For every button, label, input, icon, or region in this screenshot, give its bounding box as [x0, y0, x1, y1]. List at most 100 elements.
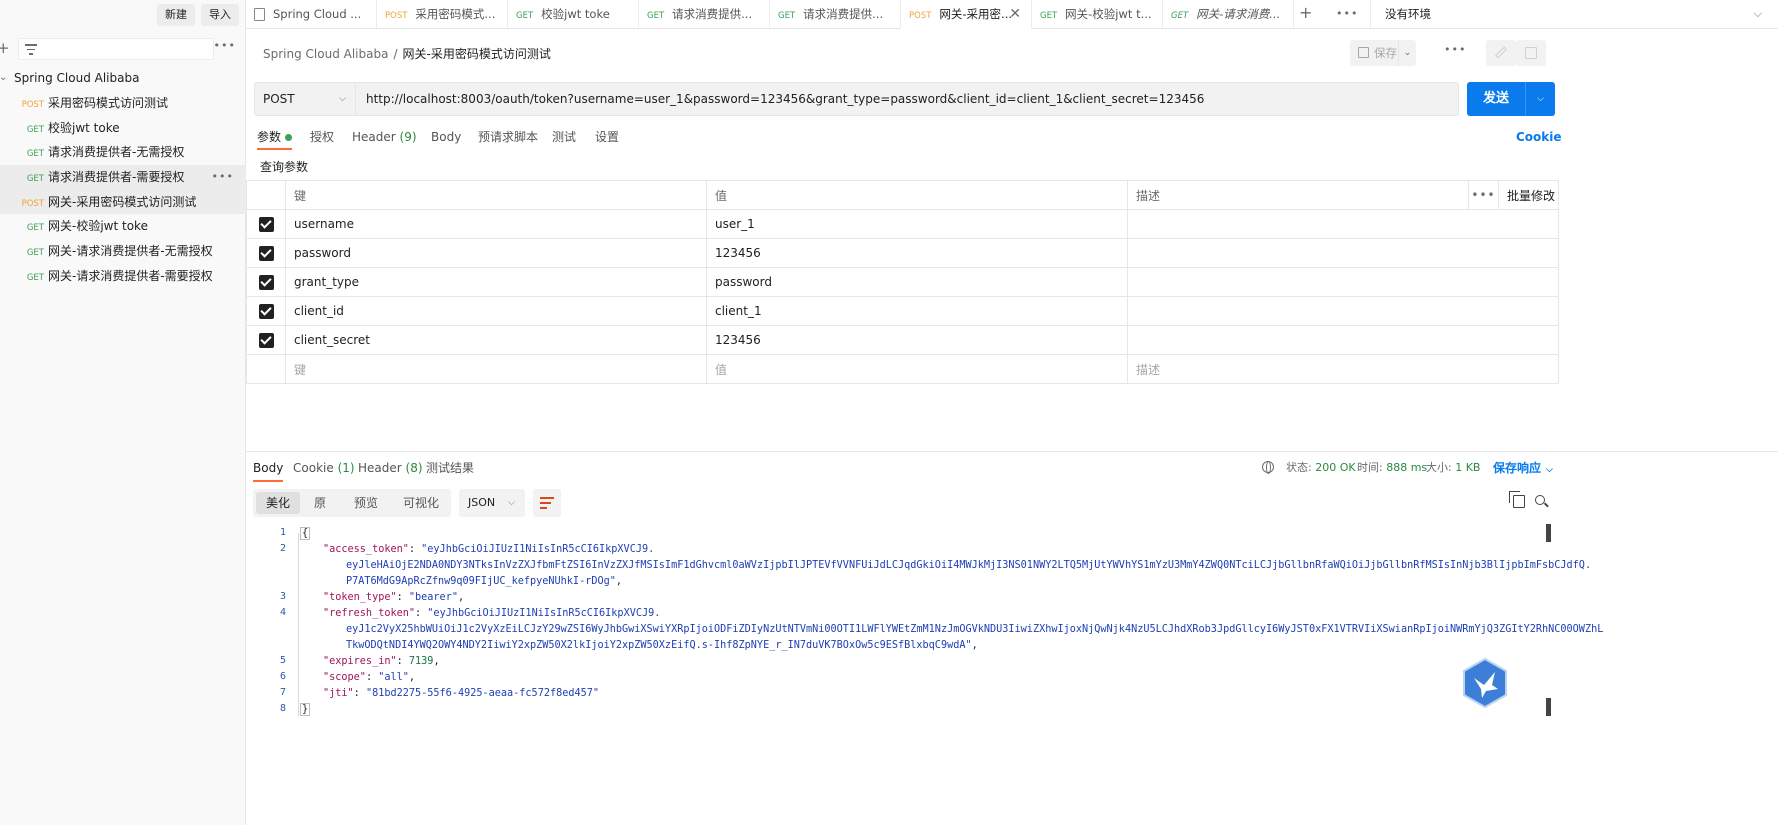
param-key[interactable]: username	[285, 209, 707, 239]
scrollbar-thumb-top[interactable]	[1546, 524, 1551, 542]
sidebar-request-item[interactable]: GET 网关-请求消费提供者-无需授权	[0, 239, 246, 264]
sidebar-request-item[interactable]: GET 网关-校验jwt toke	[0, 214, 246, 239]
sidebar-request-item[interactable]: GET 请求消费提供者-需要授权 •••	[0, 165, 246, 190]
tab-auth[interactable]: 授权	[310, 124, 334, 150]
tab-request[interactable]: GET 校验jwt toke	[508, 0, 639, 29]
tab-request[interactable]: GET 请求消费提供...	[770, 0, 901, 29]
view-raw[interactable]: 原	[304, 492, 336, 514]
checkbox[interactable]	[258, 216, 274, 232]
method-select[interactable]: POST ⌵	[255, 83, 356, 115]
checkbox[interactable]	[258, 274, 274, 290]
view-pretty[interactable]: 美化	[256, 492, 301, 514]
code-line: "scope": "all",	[323, 672, 416, 683]
bird-logo-icon[interactable]	[1462, 658, 1508, 708]
globe-icon[interactable]	[1262, 456, 1274, 480]
save-dropdown-icon[interactable]: ⌄	[1398, 40, 1416, 66]
tab-response-header[interactable]: Header (8)	[358, 456, 423, 482]
json-key: "access_token"	[323, 544, 409, 555]
tab-settings[interactable]: 设置	[595, 124, 619, 150]
tab-request[interactable]: POST 采用密码模式...	[377, 0, 508, 29]
param-desc[interactable]	[1127, 325, 1559, 355]
new-desc-input[interactable]: 描述	[1127, 354, 1559, 384]
tab-request[interactable]: GET 网关-请求消费...	[1163, 0, 1294, 29]
new-key-input[interactable]: 键	[285, 354, 707, 384]
table-more-icon[interactable]: •••	[1468, 180, 1499, 210]
filter-input[interactable]	[18, 38, 214, 60]
param-key[interactable]: client_secret	[285, 325, 707, 355]
json-key: "jti"	[323, 688, 354, 699]
collection-item[interactable]: ⌄ Spring Cloud Alibaba	[0, 68, 246, 88]
line-number: 4	[279, 607, 286, 618]
table-header-row: 键 值 描述 ••• 批量修改	[246, 180, 1559, 210]
chevron-down-icon: ⌵	[1546, 465, 1553, 475]
scrollbar-thumb-bottom[interactable]	[1546, 698, 1551, 716]
cookie-link[interactable]: Cookie	[1516, 124, 1562, 150]
response-divider[interactable]	[246, 451, 1778, 452]
new-button[interactable]: 新建	[157, 4, 195, 26]
param-desc[interactable]	[1127, 238, 1559, 268]
tab-tests[interactable]: 测试	[552, 124, 576, 150]
tab-header[interactable]: Header (9)	[352, 124, 417, 150]
save-response-button[interactable]: 保存响应 ⌵	[1493, 456, 1553, 482]
sidebar-request-item[interactable]: POST 网关-采用密码模式访问测试	[0, 189, 246, 215]
checkbox[interactable]	[258, 303, 274, 319]
view-preview[interactable]: 预览	[344, 492, 388, 514]
param-value[interactable]: 123456	[706, 238, 1128, 268]
tab-test-results[interactable]: 测试结果	[426, 456, 474, 482]
tab-request[interactable]: GET 请求消费提供...	[639, 0, 770, 29]
save-button[interactable]: 保存	[1358, 40, 1397, 66]
header-more-icon[interactable]: •••	[1444, 43, 1466, 56]
param-key[interactable]: password	[285, 238, 707, 268]
param-desc[interactable]	[1127, 209, 1559, 239]
breadcrumb-current[interactable]: 网关-采用密码模式访问测试	[403, 47, 551, 61]
sidebar-request-item[interactable]: GET 网关-请求消费提供者-需要授权	[0, 264, 246, 289]
view-visualize[interactable]: 可视化	[393, 492, 449, 514]
bulk-edit-button[interactable]: 批量修改	[1498, 180, 1559, 210]
edit-icon[interactable]	[1486, 40, 1516, 66]
param-value[interactable]: password	[706, 267, 1128, 297]
param-key[interactable]: client_id	[285, 296, 707, 326]
import-button[interactable]: 导入	[201, 4, 239, 26]
chevron-down-icon[interactable]: ⌄	[0, 68, 7, 88]
more-icon[interactable]: •••	[212, 165, 234, 190]
breadcrumb-parent[interactable]: Spring Cloud Alibaba	[263, 47, 388, 61]
sidebar-request-item[interactable]: GET 校验jwt toke	[0, 116, 246, 141]
tab-collection[interactable]: Spring Cloud ...	[246, 0, 377, 29]
docs-icon[interactable]	[1516, 40, 1546, 66]
param-desc[interactable]	[1127, 296, 1559, 326]
wrap-lines-icon[interactable]	[533, 489, 561, 517]
param-value[interactable]: user_1	[706, 209, 1128, 239]
sidebar-request-item[interactable]: GET 请求消费提供者-无需授权	[0, 140, 246, 165]
tab-params[interactable]: 参数	[257, 124, 293, 150]
new-value-input[interactable]: 值	[706, 354, 1128, 384]
tabs-more-icon[interactable]: •••	[1336, 0, 1358, 28]
send-button[interactable]: 发送	[1467, 82, 1525, 116]
resp-header-count: (8)	[405, 461, 423, 475]
tab-response-cookie[interactable]: Cookie (1)	[293, 456, 355, 482]
environment-select[interactable]: 没有环境 ⌵	[1370, 0, 1778, 29]
send-dropdown-icon[interactable]: ⌵	[1525, 82, 1555, 116]
tab-label: 网关-采用密...	[939, 7, 1013, 21]
param-key[interactable]: grant_type	[285, 267, 707, 297]
param-value[interactable]: 123456	[706, 325, 1128, 355]
param-value[interactable]: client_1	[706, 296, 1128, 326]
tab-response-body[interactable]: Body	[253, 456, 284, 482]
checkbox[interactable]	[258, 245, 274, 261]
search-icon[interactable]	[1535, 495, 1545, 505]
tab-prescript[interactable]: 预请求脚本	[478, 124, 538, 150]
tab-request-active[interactable]: POST 网关-采用密... ✕	[901, 0, 1032, 29]
close-icon[interactable]: ✕	[1009, 0, 1021, 27]
new-tab-icon[interactable]: +	[1299, 0, 1312, 26]
sidebar-more-icon[interactable]: •••	[214, 39, 236, 52]
tab-body[interactable]: Body	[431, 124, 461, 150]
tab-request[interactable]: GET 网关-校验jwt t...	[1032, 0, 1163, 29]
chevron-down-icon: ⌵	[339, 94, 346, 104]
add-icon[interactable]: +	[0, 38, 10, 58]
sidebar-request-item[interactable]: POST 采用密码模式访问测试	[0, 91, 246, 116]
url-input[interactable]: http://localhost:8003/oauth/token?userna…	[366, 83, 1204, 115]
checkbox[interactable]	[258, 332, 274, 348]
copy-icon[interactable]	[1509, 491, 1525, 508]
format-select[interactable]: JSON ⌵	[459, 489, 525, 517]
param-desc[interactable]	[1127, 267, 1559, 297]
header-count: (9)	[399, 130, 417, 144]
